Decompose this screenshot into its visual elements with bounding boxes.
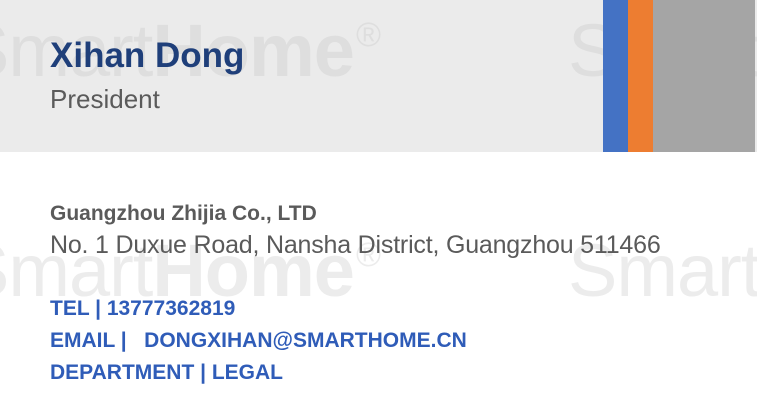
accent-stripe-gray: [653, 0, 755, 152]
email-address[interactable]: EMAIL | DONGXIHAN@SMARTHOME.CN: [50, 330, 467, 351]
department: DEPARTMENT | LEGAL: [50, 361, 283, 384]
accent-stripes: [603, 0, 755, 152]
business-card: SmartHome® Smart Xihan Dong President Sm…: [0, 0, 757, 414]
company-name: Guangzhou Zhijia Co., LTD: [50, 202, 317, 225]
header-band: SmartHome® Smart Xihan Dong President: [0, 0, 757, 152]
accent-stripe-orange: [628, 0, 653, 152]
person-name: Xihan Dong: [50, 36, 245, 75]
person-title: President: [50, 84, 160, 114]
company-address: No. 1 Duxue Road, Nansha District, Guang…: [50, 231, 661, 259]
phone-number[interactable]: TEL | 13777362819: [50, 298, 235, 319]
accent-stripe-blue: [603, 0, 628, 152]
